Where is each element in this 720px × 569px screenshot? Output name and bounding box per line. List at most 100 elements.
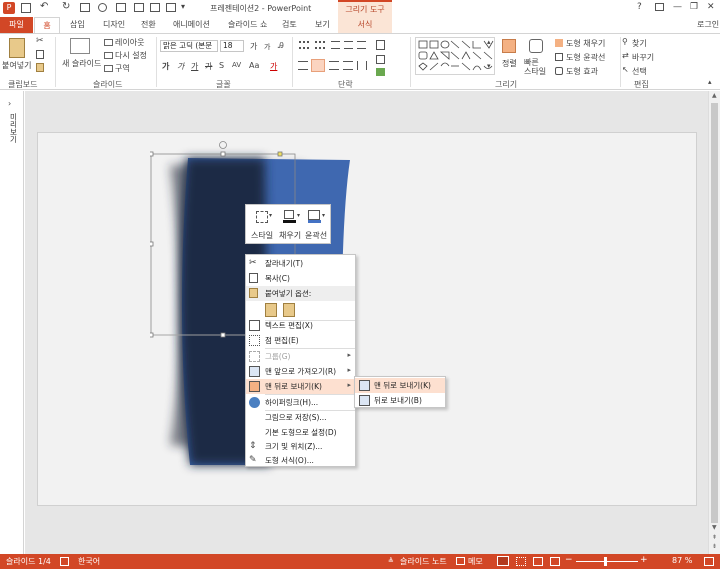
menu-item-copy[interactable]: 복사(C) <box>246 271 355 286</box>
minimize-button[interactable]: — <box>673 2 682 12</box>
underline-button[interactable]: 가 <box>191 61 198 72</box>
shape-fill-icon[interactable] <box>555 39 563 47</box>
paste-picture-icon[interactable] <box>283 303 295 317</box>
present-from-start-icon[interactable] <box>80 3 90 12</box>
help-button[interactable]: ? <box>637 2 642 12</box>
menu-item-group[interactable]: 그룹(G) ▸ <box>246 349 355 364</box>
strikethrough-button[interactable]: 가 <box>205 61 212 72</box>
align-left-icon[interactable] <box>298 61 308 70</box>
paste-icon[interactable] <box>9 38 25 58</box>
undo-icon[interactable]: ↶ <box>40 1 48 12</box>
paste-button[interactable]: 붙여넣기 <box>2 60 31 71</box>
cut-icon[interactable]: ✂ <box>36 36 44 46</box>
menu-item-format-shape[interactable]: ✎ 도형 서식(O)... <box>246 453 355 468</box>
zoom-slider-thumb[interactable] <box>604 557 607 566</box>
slide-sorter-icon[interactable] <box>516 557 526 566</box>
resize-handle[interactable] <box>150 151 154 157</box>
resize-handle[interactable] <box>277 151 283 157</box>
menu-item-set-default-shape[interactable]: 기본 도형으로 설정(D) <box>246 425 355 440</box>
comments-icon[interactable] <box>456 557 465 565</box>
resize-handle[interactable] <box>150 241 154 247</box>
italic-button[interactable]: 가 <box>177 61 184 72</box>
arrange-icon[interactable] <box>502 39 516 53</box>
char-spacing-button[interactable]: AV <box>232 61 241 69</box>
section-icon[interactable] <box>104 65 113 72</box>
line-spacing-icon[interactable] <box>357 41 366 49</box>
comments-button[interactable]: 메모 <box>468 556 483 567</box>
slide-canvas[interactable] <box>37 132 697 506</box>
rotate-handle-icon[interactable] <box>219 141 227 149</box>
reset-button[interactable]: 다시 설정 <box>115 50 147 61</box>
close-button[interactable]: ✕ <box>707 2 715 12</box>
ribbon-display-options-button[interactable] <box>655 3 664 11</box>
menu-item-cut[interactable]: ✂ 잘라내기(T) <box>246 256 355 271</box>
replace-button[interactable]: 바꾸기 <box>632 52 654 63</box>
quick-styles-button[interactable]: 빠른 스타일 <box>524 58 546 76</box>
resize-handle[interactable] <box>220 151 226 157</box>
redo-icon[interactable]: ↻ <box>62 1 70 12</box>
font-size-combo[interactable]: 18 <box>220 40 244 52</box>
outline-button[interactable]: 윤곽선 <box>305 230 327 241</box>
justify-icon[interactable] <box>343 61 353 70</box>
slideshow-view-icon[interactable] <box>550 557 560 566</box>
tab-file[interactable]: 파일 <box>0 17 33 33</box>
zoom-out-icon[interactable]: − <box>565 555 573 565</box>
shrink-font-button[interactable]: 가 <box>264 42 270 52</box>
tab-transitions[interactable]: 전환 <box>141 19 156 30</box>
paste-keep-source-icon[interactable] <box>265 303 277 317</box>
clear-formatting-button[interactable]: Ꭿ <box>278 41 284 51</box>
outline-dropdown-icon[interactable]: ▾ <box>322 212 325 219</box>
previous-slide-icon[interactable]: ⇞ <box>712 534 717 541</box>
notes-icon[interactable]: ≜ <box>388 557 394 565</box>
qat-item-icon[interactable] <box>166 3 176 12</box>
copy-icon[interactable] <box>36 50 44 59</box>
select-button[interactable]: 선택 <box>632 66 647 77</box>
shape-effects-icon[interactable] <box>555 67 563 75</box>
expand-thumbnails-icon[interactable]: › <box>8 99 11 108</box>
shapes-gallery[interactable] <box>415 37 495 75</box>
style-dropdown-icon[interactable]: ▾ <box>269 212 272 219</box>
find-button[interactable]: 찾기 <box>632 38 647 49</box>
text-direction-icon[interactable] <box>376 40 385 50</box>
columns-icon[interactable] <box>357 61 367 70</box>
layout-icon[interactable] <box>104 39 113 46</box>
select-icon[interactable]: ↖ <box>622 65 629 74</box>
new-slide-button[interactable]: 새 슬라이드 <box>62 58 101 69</box>
align-center-icon[interactable] <box>311 59 325 72</box>
style-button[interactable]: 스타일 <box>251 230 273 241</box>
decrease-indent-icon[interactable] <box>331 41 340 49</box>
font-color-button[interactable]: 가 <box>270 61 277 72</box>
tab-slideshow[interactable]: 슬라이드 쇼 <box>228 19 267 30</box>
gallery-scroll-icon[interactable]: ▴ <box>487 38 491 46</box>
outline-icon[interactable] <box>308 210 320 220</box>
quick-styles-icon[interactable] <box>529 39 543 53</box>
qat-item-icon[interactable] <box>116 3 126 12</box>
scroll-thumb[interactable] <box>711 103 718 523</box>
shape-outline-button[interactable]: 도형 윤곽선 <box>566 52 605 63</box>
increase-indent-icon[interactable] <box>344 41 353 49</box>
arrange-button[interactable]: 정렬 <box>502 58 517 69</box>
fill-button[interactable]: 채우기 <box>279 230 301 241</box>
menu-item-size-position[interactable]: ⇕ 크기 및 위치(Z)... <box>246 439 355 454</box>
format-painter-icon[interactable] <box>36 63 44 72</box>
style-icon[interactable] <box>256 211 268 223</box>
gallery-expand-icon[interactable]: ▾ <box>487 62 491 70</box>
change-case-button[interactable]: Aa <box>249 61 259 70</box>
tab-view[interactable]: 보기 <box>315 19 330 30</box>
align-text-icon[interactable] <box>376 55 385 64</box>
menu-item-bring-to-front[interactable]: 맨 앞으로 가져오기(R) ▸ <box>246 364 355 379</box>
new-slide-icon[interactable] <box>70 38 90 54</box>
submenu-item-send-backward[interactable]: 뒤로 보내기(B) <box>355 393 445 408</box>
menu-item-send-to-back[interactable]: 맨 뒤로 보내기(K) ▸ <box>246 379 355 394</box>
menu-item-save-as-picture[interactable]: 그림으로 저장(S)... <box>246 410 355 425</box>
collapse-ribbon-icon[interactable]: ▴ <box>708 78 712 86</box>
menu-item-hyperlink[interactable]: 하이퍼링크(H)... <box>246 395 355 410</box>
shape-fill-button[interactable]: 도형 채우기 <box>566 38 605 49</box>
zoom-slider[interactable] <box>576 561 638 562</box>
thumbnail-pane-collapsed[interactable]: › 미리보기 <box>0 91 24 554</box>
language-status[interactable]: 한국어 <box>78 556 100 567</box>
scroll-down-icon[interactable]: ▼ <box>712 524 717 531</box>
reset-icon[interactable] <box>104 52 113 59</box>
normal-view-icon[interactable] <box>497 556 509 566</box>
tab-format[interactable]: 서식 <box>338 17 392 33</box>
